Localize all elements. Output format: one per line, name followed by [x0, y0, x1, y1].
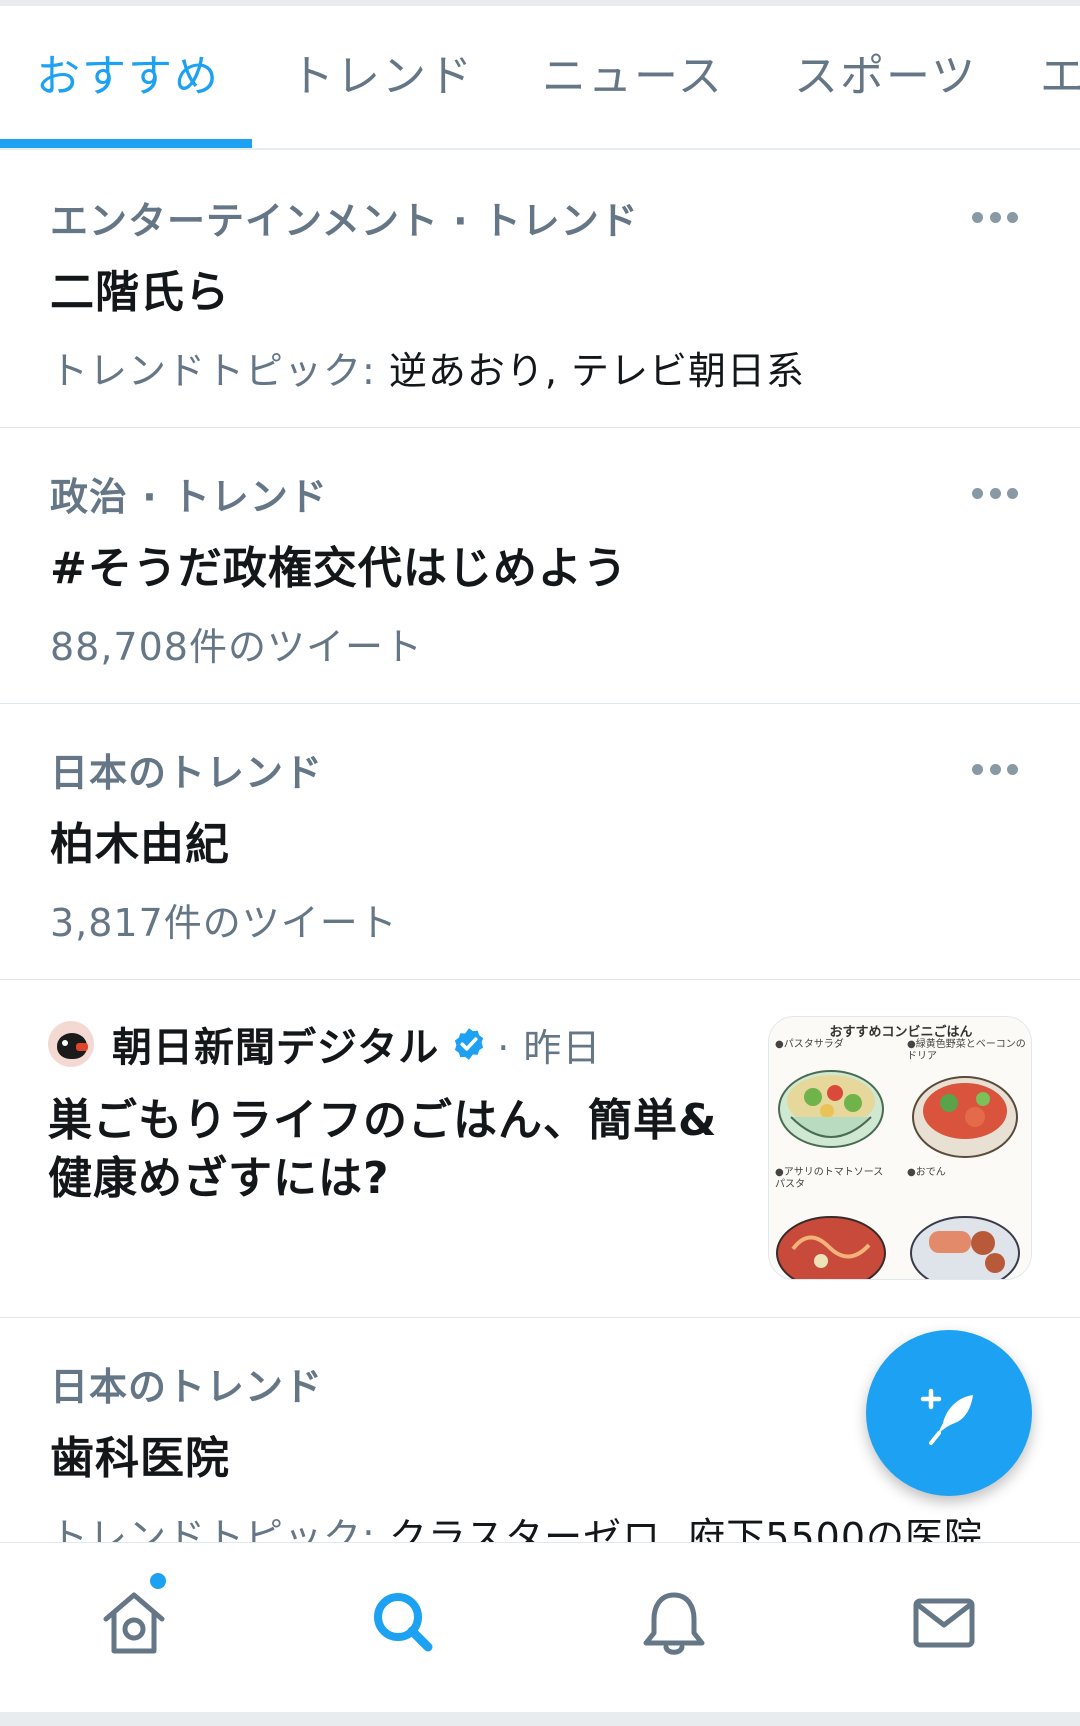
nav-messages[interactable]	[904, 1583, 984, 1663]
trend-title: 二階氏ら	[50, 267, 230, 318]
trend-meta: トレンドトピック: 逆あおり, テレビ朝日系	[50, 340, 805, 395]
new-content-indicator	[150, 1573, 166, 1589]
trend-category: 日本のトレンド	[50, 1365, 324, 1409]
more-dots-icon[interactable]	[972, 762, 1018, 776]
trend-item[interactable]: 日本のトレンド 柏木由紀 3,817件のツイート	[0, 704, 1080, 980]
nav-home[interactable]	[94, 1573, 174, 1663]
bell-icon	[643, 1592, 705, 1655]
mail-icon	[913, 1598, 975, 1648]
news-thumbnail[interactable]: おすすめコンビニごはん ●パスタサラダ ●緑黄色野菜とベーコンのドリア ●アサリ…	[768, 1016, 1032, 1280]
trend-title: 柏木由紀	[50, 819, 230, 870]
active-tab-indicator	[0, 139, 252, 148]
explore-feed[interactable]: エンターテインメント · トレンド 二階氏ら トレンドトピック: 逆あおり, テ…	[0, 152, 1080, 1542]
news-headline-line: 健康めざすには?	[48, 1153, 390, 1204]
news-source-name: 朝日新聞デジタル	[112, 1025, 440, 1071]
thumbnail-caption: ●パスタサラダ	[775, 1039, 844, 1050]
verified-badge-icon	[455, 1028, 484, 1060]
trend-topics: 逆あおり, テレビ朝日系	[388, 349, 806, 393]
search-icon	[374, 1593, 433, 1652]
more-dots-icon[interactable]	[972, 210, 1018, 224]
news-timestamp: · 昨日	[497, 1025, 602, 1070]
thumbnail-caption: ●おでん	[907, 1167, 946, 1178]
tab-entertainment[interactable]: エ	[1040, 6, 1080, 148]
trend-tweet-count: 3,817件のツイート	[50, 901, 398, 945]
news-headline: 巣ごもりライフのごはん、簡単& 健康めざすには?	[48, 1092, 738, 1208]
thumbnail-title: おすすめコンビニごはん	[829, 1025, 973, 1040]
thumbnail-caption: ●緑黄色野菜とベーコンのドリア	[907, 1039, 1026, 1062]
news-source-row: 朝日新聞デジタル · 昨日	[48, 1020, 601, 1071]
news-headline-line: 巣ごもりライフのごはん、簡単&	[48, 1095, 718, 1146]
thumbnail-caption: ●アサリのトマトソースパスタ	[775, 1167, 884, 1190]
trend-category: 政治 · トレンド	[50, 475, 328, 519]
trend-topics: クラスターゼロ, 府下5500の医院	[388, 1515, 983, 1542]
trend-category: 日本のトレンド	[50, 751, 324, 795]
explore-screen: おすすめ トレンド ニュース スポーツ エ エンターテインメント · トレンド …	[0, 0, 1080, 1726]
more-dots-icon[interactable]	[972, 486, 1018, 500]
compose-tweet-button[interactable]	[866, 1330, 1032, 1496]
nav-notifications[interactable]	[634, 1583, 714, 1663]
trend-title: #そうだ政権交代はじめよう	[50, 543, 628, 594]
explore-tabs: おすすめ トレンド ニュース スポーツ エ	[0, 6, 1080, 150]
home-icon	[103, 1592, 165, 1654]
trend-tweet-count: 88,708件のツイート	[50, 625, 423, 669]
news-card[interactable]: 朝日新聞デジタル · 昨日 巣ごもりライフのごはん、簡単& 健康めざすには? お…	[0, 980, 1080, 1318]
nav-search[interactable]	[364, 1583, 444, 1663]
trend-meta-label: トレンドトピック:	[50, 1515, 389, 1542]
system-nav-strip	[0, 1712, 1080, 1726]
tab-news[interactable]: ニュース	[542, 6, 724, 148]
trend-meta: トレンドトピック: クラスターゼロ, 府下5500の医院	[50, 1506, 983, 1542]
compose-tweet-icon	[920, 1388, 973, 1445]
bottom-nav	[0, 1542, 1080, 1712]
tab-recommended[interactable]: おすすめ	[36, 6, 220, 148]
avatar[interactable]	[48, 1021, 94, 1067]
trend-title: 歯科医院	[50, 1433, 230, 1484]
trend-meta-label: トレンドトピック:	[50, 349, 389, 393]
trend-item[interactable]: 政治 · トレンド #そうだ政権交代はじめよう 88,708件のツイート	[0, 428, 1080, 704]
trend-item[interactable]: エンターテインメント · トレンド 二階氏ら トレンドトピック: 逆あおり, テ…	[0, 152, 1080, 428]
tab-sports[interactable]: スポーツ	[794, 6, 977, 148]
trend-category: エンターテインメント · トレンド	[50, 199, 639, 243]
tab-trends[interactable]: トレンド	[290, 6, 474, 148]
